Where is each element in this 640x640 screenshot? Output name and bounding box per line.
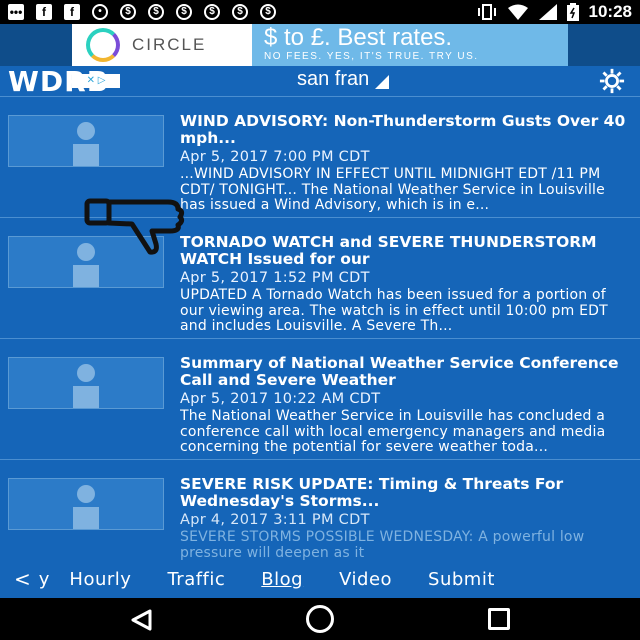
- article-date: Apr 5, 2017 10:22 AM CDT: [180, 391, 381, 407]
- facebook-icon: f: [64, 4, 80, 20]
- article-thumbnail: [8, 115, 164, 167]
- wifi-icon: [507, 4, 528, 20]
- facebook-icon: f: [36, 4, 52, 20]
- article-list[interactable]: WIND ADVISORY: Non-Thunderstorm Gusts Ov…: [0, 96, 640, 560]
- article-thumbnail: [8, 478, 164, 530]
- article-summary: SEVERE STORMS POSSIBLE WEDNESDAY: A powe…: [180, 530, 585, 560]
- ad-copy: $ to £. Best rates. NO FEES. YES, IT'S T…: [252, 24, 568, 66]
- back-icon[interactable]: [130, 609, 152, 631]
- article-text: Summary of National Weather Service Conf…: [180, 355, 630, 456]
- ad-logo: CIRCLE: [72, 24, 252, 66]
- ad-choices-icon[interactable]: ✕ ▷: [72, 74, 120, 88]
- currency-icon: $: [260, 4, 276, 20]
- article-summary: UPDATED A Tornado Watch has been issued …: [180, 288, 608, 334]
- tab-traffic[interactable]: Traffic: [167, 569, 225, 590]
- ad-content[interactable]: CIRCLE $ to £. Best rates. NO FEES. YES,…: [72, 24, 568, 66]
- status-bar: ••• f f • $ $ $ $ $ $ 10:28: [0, 0, 640, 24]
- message-icon: •••: [8, 4, 24, 20]
- scroll-left-icon[interactable]: <: [14, 567, 31, 591]
- signal-icon: [538, 4, 557, 20]
- battery-icon: [566, 3, 579, 21]
- ad-headline: $ to £. Best rates.: [264, 24, 453, 51]
- system-icons: 10:28: [477, 2, 632, 22]
- ad-brand: CIRCLE: [132, 35, 207, 54]
- recent-apps-icon[interactable]: [488, 608, 510, 630]
- currency-icon: $: [232, 4, 248, 20]
- article-item[interactable]: SEVERE RISK UPDATE: Timing & Threats For…: [0, 460, 640, 560]
- currency-icon: $: [204, 4, 220, 20]
- clock: 10:28: [588, 2, 632, 21]
- keyhole-icon: •: [92, 4, 108, 20]
- article-title: WIND ADVISORY: Non-Thunderstorm Gusts Ov…: [180, 113, 626, 147]
- ad-subline: NO FEES. YES, IT'S TRUE. TRY US.: [264, 51, 479, 62]
- article-title: TORNADO WATCH and SEVERE THUNDERSTORM WA…: [180, 234, 597, 268]
- article-text: SEVERE RISK UPDATE: Timing & Threats For…: [180, 476, 630, 560]
- info-icon: [71, 122, 101, 166]
- article-text: TORNADO WATCH and SEVERE THUNDERSTORM WA…: [180, 234, 630, 335]
- article-title: Summary of National Weather Service Conf…: [180, 355, 619, 389]
- article-text: WIND ADVISORY: Non-Thunderstorm Gusts Ov…: [180, 113, 630, 214]
- tab-blog[interactable]: Blog: [261, 569, 303, 590]
- article-summary: ...WIND ADVISORY IN EFFECT UNTIL MIDNIGH…: [180, 167, 605, 213]
- app-screen: ••• f f • $ $ $ $ $ $ 10:28 CIRCLE $ to …: [0, 0, 640, 640]
- tab-video[interactable]: Video: [339, 569, 392, 590]
- location-selector[interactable]: san fran: [297, 68, 390, 91]
- location-label: san fran: [297, 68, 370, 90]
- article-thumbnail: [8, 357, 164, 409]
- article-date: Apr 5, 2017 7:00 PM CDT: [180, 149, 370, 165]
- tab-submit[interactable]: Submit: [428, 569, 495, 590]
- thumbs-down-icon: [84, 198, 185, 255]
- currency-icon: $: [176, 4, 192, 20]
- currency-icon: $: [120, 4, 136, 20]
- gear-icon[interactable]: [598, 68, 626, 94]
- bottom-tab-bar: < y Hourly Traffic Blog Video Submit: [0, 560, 640, 598]
- info-icon: [71, 485, 101, 529]
- dropdown-triangle-icon: [375, 74, 390, 89]
- article-item[interactable]: Summary of National Weather Service Conf…: [0, 339, 640, 460]
- article-date: Apr 4, 2017 3:11 PM CDT: [180, 512, 370, 528]
- tab-partial[interactable]: y: [39, 569, 50, 590]
- notification-icons: ••• f f • $ $ $ $ $ $: [8, 4, 276, 20]
- article-summary: The National Weather Service in Louisvil…: [180, 409, 606, 455]
- ad-banner[interactable]: CIRCLE $ to £. Best rates. NO FEES. YES,…: [0, 24, 640, 88]
- info-icon: [71, 364, 101, 408]
- home-icon[interactable]: [306, 605, 334, 633]
- tab-hourly[interactable]: Hourly: [69, 569, 131, 590]
- article-date: Apr 5, 2017 1:52 PM CDT: [180, 270, 370, 286]
- system-nav-bar: [0, 598, 640, 640]
- circle-logo-icon: [86, 28, 120, 62]
- vibrate-icon: [477, 4, 496, 20]
- currency-icon: $: [148, 4, 164, 20]
- article-title: SEVERE RISK UPDATE: Timing & Threats For…: [180, 476, 564, 510]
